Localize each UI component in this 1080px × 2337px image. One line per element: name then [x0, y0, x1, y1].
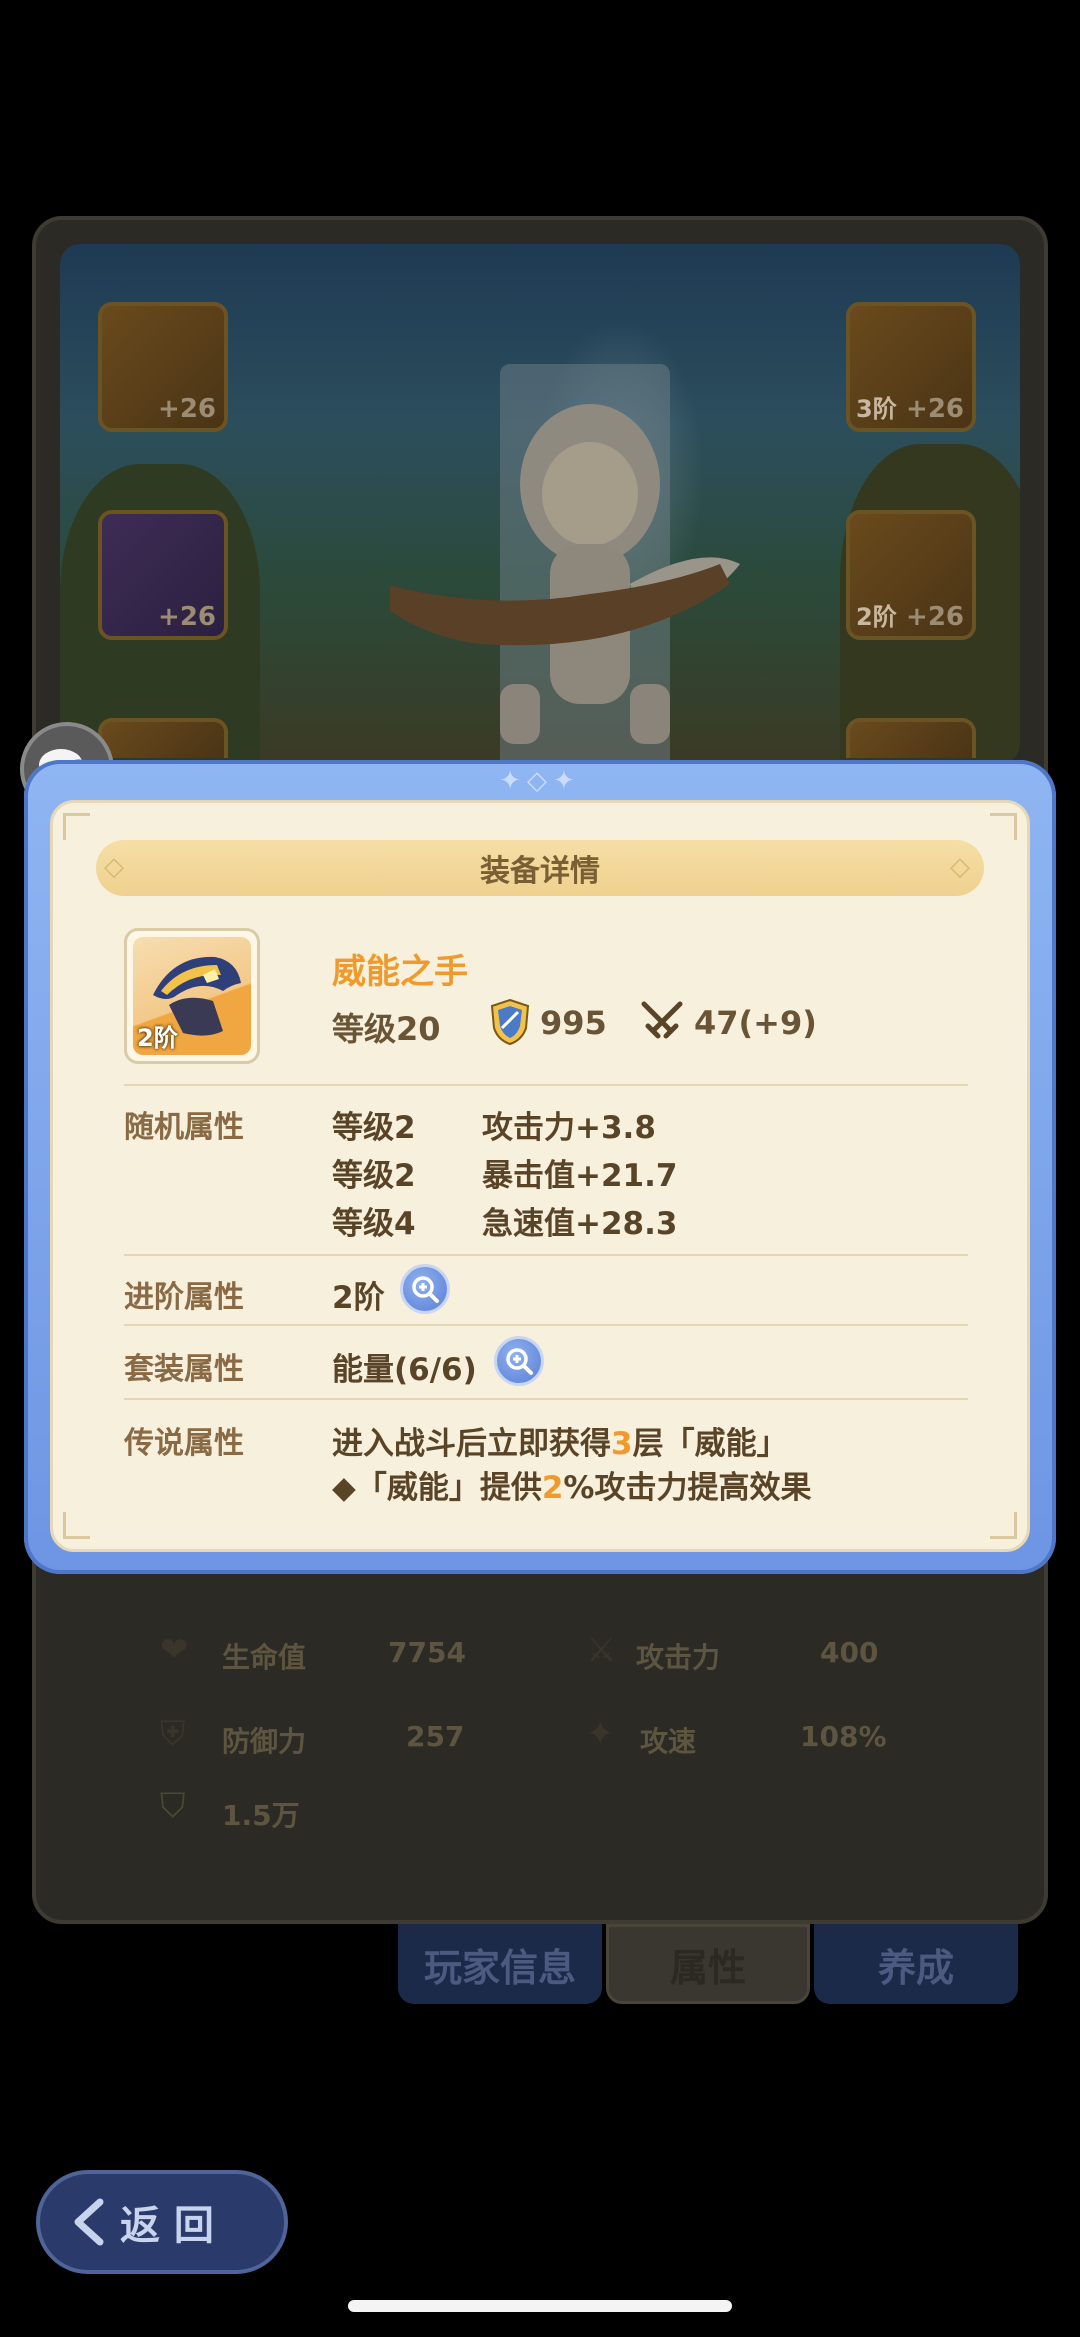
gauntlet-icon: 2阶	[133, 937, 251, 1055]
set-zoom-button[interactable]	[494, 1336, 544, 1386]
home-indicator[interactable]	[348, 2300, 732, 2312]
equipment-slot-partial-right[interactable]	[846, 718, 976, 758]
speed-value: 108%	[800, 1720, 887, 1753]
item-attack: 47(+9)	[694, 1004, 817, 1042]
def-label: 防御力	[222, 1725, 307, 1758]
zoom-in-icon	[506, 1348, 533, 1375]
advance-attrs-label: 进阶属性	[124, 1280, 244, 1315]
item-level: 等级20	[332, 1010, 441, 1048]
equipment-slot-weapon[interactable]: +26	[98, 302, 228, 432]
back-button[interactable]: 返 回	[36, 2170, 288, 2274]
divider	[124, 1084, 968, 1086]
speed-label: 攻速	[640, 1725, 697, 1758]
crossed-swords-icon: ⚔	[586, 1630, 617, 1670]
title-ornament-right: ◇	[950, 852, 970, 882]
legend-attrs-label: 传说属性	[124, 1426, 244, 1461]
random-attr-value-3: 急速值+28.3	[482, 1206, 678, 1242]
random-attr-level-3: 等级4	[332, 1206, 416, 1242]
shield-icon	[490, 998, 530, 1046]
equipment-slot-armor[interactable]: +26	[98, 510, 228, 640]
advance-attrs-value: 2阶	[332, 1280, 385, 1316]
legend-line-2: ◆「威能」提供2%攻击力提高效果	[332, 1470, 812, 1506]
atk-label: 攻击力	[636, 1641, 721, 1674]
random-attrs-label: 随机属性	[124, 1110, 244, 1145]
hp-value: 7754	[388, 1636, 466, 1669]
random-attr-value-1: 攻击力+3.8	[482, 1110, 656, 1146]
set-attrs-label: 套装属性	[124, 1352, 244, 1387]
crossed-swords-icon	[641, 1001, 683, 1039]
atk-value: 400	[820, 1636, 879, 1669]
set-attrs-value: 能量(6/6)	[332, 1352, 477, 1388]
tab-player-info[interactable]: 玩家信息	[398, 1924, 602, 2004]
item-name: 威能之手	[332, 952, 468, 992]
shield-icon: ⛉	[160, 1786, 186, 1826]
def-value: 257	[406, 1720, 465, 1753]
zoom-in-icon	[412, 1276, 439, 1303]
divider	[124, 1254, 968, 1256]
legend-line-1: 进入战斗后立即获得3层「威能」	[332, 1426, 788, 1462]
random-attr-level-1: 等级2	[332, 1110, 416, 1146]
item-icon-frame: 2阶	[124, 928, 260, 1064]
item-tier-badge: 2阶	[137, 1024, 178, 1052]
equipment-slot-helmet[interactable]: 3阶 +26	[846, 302, 976, 432]
divider	[124, 1324, 968, 1326]
hp-label: 生命值	[222, 1641, 307, 1674]
back-arrow-icon	[74, 2198, 104, 2246]
title-ornament-left: ◇	[104, 852, 124, 882]
item-power: 995	[540, 1004, 607, 1042]
character-figure	[390, 404, 740, 744]
power-value: 1.5万	[222, 1799, 300, 1832]
tab-cultivate[interactable]: 养成	[814, 1924, 1018, 2004]
random-attr-value-2: 暴击值+21.7	[482, 1158, 678, 1194]
armor-icon: ⛨	[160, 1714, 186, 1754]
modal-title: 装备详情	[96, 840, 984, 896]
equipment-slot-gloves[interactable]: 2阶 +26	[846, 510, 976, 640]
modal-ornament: ✦◇✦	[499, 766, 581, 796]
back-button-label: 返 回	[120, 2203, 214, 2249]
tab-attributes[interactable]: 属性	[606, 1924, 810, 2004]
speed-icon: ✦	[586, 1714, 615, 1754]
heart-icon: ❤	[160, 1630, 189, 1670]
divider	[124, 1398, 968, 1400]
equipment-slot-partial[interactable]	[98, 718, 228, 758]
random-attr-level-2: 等级2	[332, 1158, 416, 1194]
advance-zoom-button[interactable]	[400, 1264, 450, 1314]
